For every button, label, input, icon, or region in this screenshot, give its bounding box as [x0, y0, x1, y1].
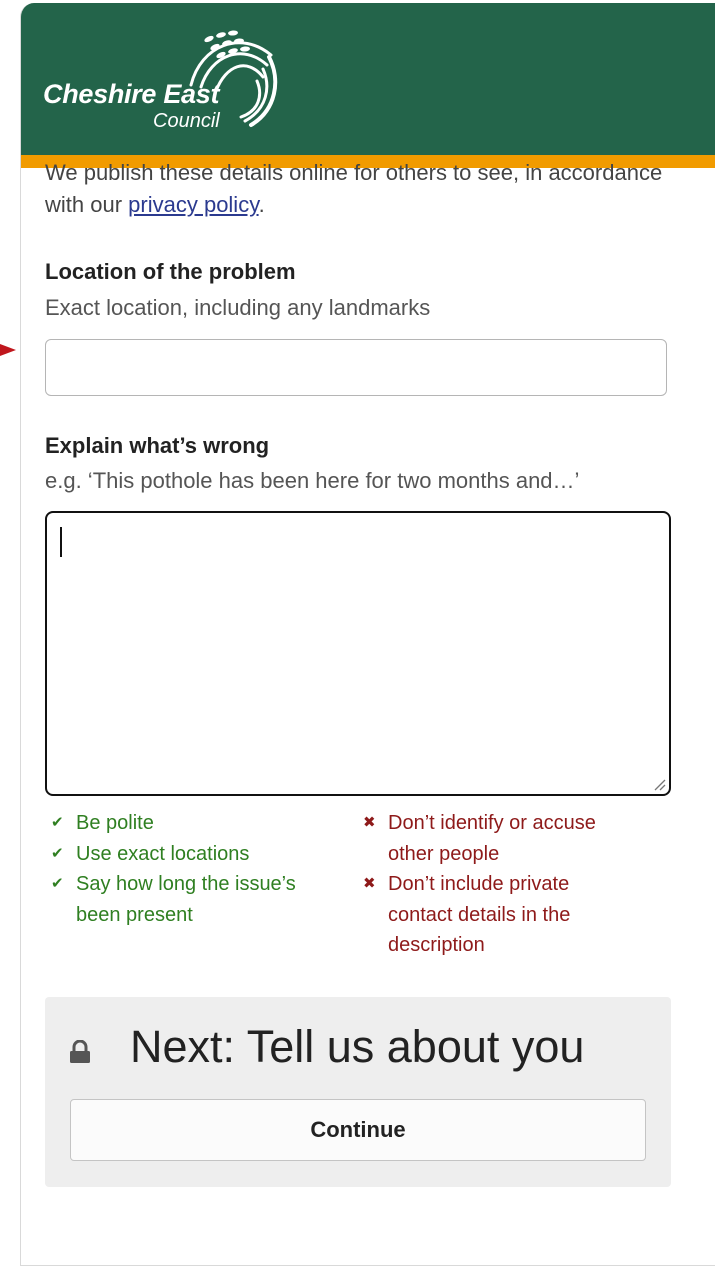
privacy-notice: We publish these details online for othe… — [45, 157, 671, 221]
privacy-notice-end: . — [258, 192, 265, 217]
cross-icon: ✖ — [363, 875, 376, 892]
do-tip-text: Use exact locations — [76, 842, 250, 865]
brand-subname: Council — [153, 110, 220, 132]
location-label: Location of the problem — [45, 259, 296, 284]
do-tips-list: ✔ Be polite ✔ Use exact locations ✔ Say how… — [51, 808, 341, 930]
dont-tip-text: Don’t identify or accuse other people — [388, 812, 596, 865]
do-tip: ✔ Say how long the issue’s been present — [51, 869, 326, 930]
dont-tips-list: ✖ Don’t identify or accuse other people ✖… — [363, 808, 663, 961]
next-step-panel: Next: Tell us about you Continue — [45, 997, 671, 1187]
dont-tip: ✖ Don’t include private contact details i… — [363, 869, 603, 961]
brand-name: Cheshire East — [43, 79, 220, 109]
check-icon: ✔ — [51, 875, 64, 892]
description-textarea[interactable] — [45, 511, 671, 796]
do-tip: ✔ Be polite — [51, 808, 341, 839]
app-frame: Cheshire East Council We publish these d… — [20, 3, 715, 1266]
text-caret — [60, 527, 62, 557]
do-tip-text: Be polite — [76, 812, 154, 834]
do-tip-text: Say how long the issue’s been present — [76, 873, 296, 926]
resize-handle-icon[interactable] — [652, 777, 666, 791]
check-icon: ✔ — [51, 814, 64, 831]
arrow-right-icon — [0, 344, 16, 356]
privacy-policy-link[interactable]: privacy policy — [128, 192, 258, 217]
check-icon: ✔ — [51, 844, 64, 862]
location-hint: Exact location, including any landmarks — [45, 295, 431, 320]
description-label: Explain what’s wrong — [45, 433, 270, 458]
dont-tip-text: Don’t include private contact details in… — [388, 873, 571, 956]
location-input[interactable] — [45, 339, 667, 396]
continue-button[interactable]: Continue — [70, 1099, 646, 1161]
dont-tip: ✖ Don’t identify or accuse other people — [363, 808, 633, 869]
do-tip: ✔ Use exact locations — [51, 839, 341, 870]
lock-icon — [70, 1040, 90, 1063]
cross-icon: ✖ — [363, 814, 376, 831]
description-hint: e.g. ‘This pothole has been here for two… — [45, 468, 580, 493]
cheshire-east-logo[interactable]: Cheshire East Council — [43, 25, 283, 140]
next-step-title: Next: Tell us about you — [130, 1021, 585, 1072]
site-header: Cheshire East Council — [21, 3, 715, 155]
